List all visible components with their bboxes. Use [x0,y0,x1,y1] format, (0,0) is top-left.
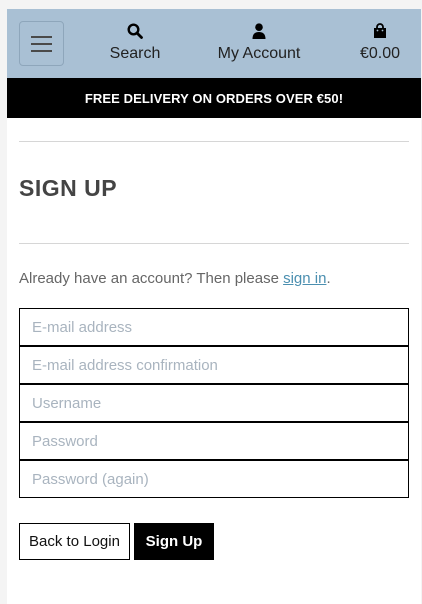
nav-search[interactable]: Search [102,21,168,63]
promo-text: FREE DELIVERY ON ORDERS OVER €50! [84,90,344,106]
email-field[interactable] [19,308,409,346]
signin-prompt: Already have an account? Then please sig… [19,270,331,287]
bag-total: €0.00 [359,45,401,62]
top-header: Search My Account €0.00 [7,9,421,78]
signin-prompt-suffix: . [326,270,331,287]
password-field[interactable] [19,422,409,460]
nav-account-label: My Account [217,45,301,62]
divider [19,243,409,244]
nav-my-account[interactable]: My Account [212,21,306,63]
shopping-bag-icon [372,21,388,41]
nav-bag[interactable]: €0.00 [355,21,405,63]
nav-search-label: Search [109,45,161,62]
divider [19,141,409,142]
sign-up-button[interactable]: Sign Up [134,523,214,560]
sign-in-link[interactable]: sign in [283,270,326,287]
promo-banner: FREE DELIVERY ON ORDERS OVER €50! [7,78,421,118]
search-icon [127,21,143,41]
hamburger-icon [31,35,52,38]
email-confirmation-field[interactable] [19,346,409,384]
user-icon [251,21,267,41]
username-field[interactable] [19,384,409,422]
menu-toggle-button[interactable] [19,21,64,66]
page: Search My Account €0.00 FREE DELIVERY ON… [7,9,421,604]
page-title: SIGN UP [19,175,118,201]
back-to-login-button[interactable]: Back to Login [19,523,130,560]
signin-prompt-text: Already have an account? Then please [19,270,284,287]
password-again-field[interactable] [19,460,409,498]
